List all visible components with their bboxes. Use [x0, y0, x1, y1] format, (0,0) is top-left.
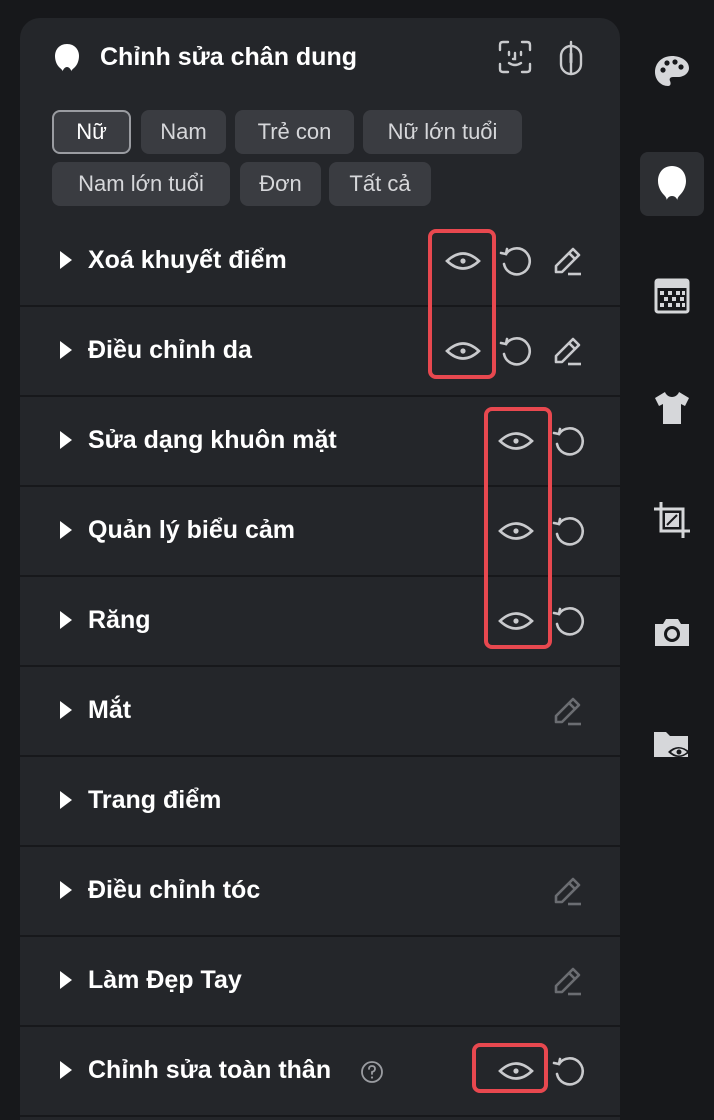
help-icon[interactable]: [360, 1060, 384, 1084]
chip-nam[interactable]: Nam: [141, 110, 226, 154]
caret-right-icon: [60, 881, 72, 899]
camera-icon[interactable]: [640, 600, 704, 664]
list-item-dieu-chinh-da[interactable]: Điều chỉnh da: [20, 307, 620, 397]
texture-icon[interactable]: [640, 264, 704, 328]
caret-right-icon: [60, 251, 72, 269]
reset-icon[interactable]: [550, 512, 588, 550]
list-item-label: Răng: [88, 606, 151, 634]
reset-icon[interactable]: [497, 242, 535, 280]
chip-tre-con[interactable]: Trẻ con: [235, 110, 354, 154]
reset-icon[interactable]: [550, 422, 588, 460]
reset-icon[interactable]: [497, 332, 535, 370]
edit-icon[interactable]: [548, 692, 586, 730]
list-item-label: Điều chỉnh tóc: [88, 876, 261, 904]
eye-icon[interactable]: [497, 602, 535, 640]
caret-right-icon: [60, 971, 72, 989]
eye-icon[interactable]: [497, 422, 535, 460]
list-item-label: Trang điểm: [88, 786, 222, 814]
list-item-chinh-sua-toan-than[interactable]: Chỉnh sửa toàn thân: [20, 1027, 620, 1117]
eye-icon[interactable]: [497, 512, 535, 550]
caret-right-icon: [60, 1061, 72, 1079]
crop-icon[interactable]: [640, 488, 704, 552]
eye-icon[interactable]: [444, 332, 482, 370]
caret-right-icon: [60, 431, 72, 449]
shirt-icon[interactable]: [640, 376, 704, 440]
list-item-label: Làm Đẹp Tay: [88, 966, 242, 994]
panel-header: Chỉnh sửa chân dung: [20, 18, 620, 98]
compare-icon[interactable]: [558, 40, 584, 76]
reset-icon[interactable]: [550, 602, 588, 640]
list-item-rang[interactable]: Răng: [20, 577, 620, 667]
portrait-edit-panel: Chỉnh sửa chân dung Nữ Nam Trẻ con Nữ lớ…: [20, 18, 620, 1120]
panel-title: Chỉnh sửa chân dung: [100, 43, 357, 71]
face-scan-icon[interactable]: [498, 40, 532, 74]
edit-icon[interactable]: [548, 332, 586, 370]
list-item-quan-ly-bieu-cam[interactable]: Quản lý biểu cảm: [20, 487, 620, 577]
chip-nu-lon-tuoi[interactable]: Nữ lớn tuổi: [363, 110, 522, 154]
chip-don[interactable]: Đơn: [240, 162, 321, 206]
reset-icon[interactable]: [550, 1052, 588, 1090]
folder-eye-icon[interactable]: [640, 712, 704, 776]
chip-tat-ca[interactable]: Tất cả: [329, 162, 431, 206]
list-item-label: Chỉnh sửa toàn thân: [88, 1056, 332, 1084]
eye-icon[interactable]: [497, 1052, 535, 1090]
caret-right-icon: [60, 701, 72, 719]
face-icon: [55, 44, 79, 73]
list-item-lam-dep-tay[interactable]: Làm Đẹp Tay: [20, 937, 620, 1027]
caret-right-icon: [60, 521, 72, 539]
list-item-xoa-khuyet-diem[interactable]: Xoá khuyết điểm: [20, 217, 620, 307]
chip-nam-lon-tuoi[interactable]: Nam lớn tuổi: [52, 162, 230, 206]
edit-icon[interactable]: [548, 242, 586, 280]
list-item-label: Điều chỉnh da: [88, 336, 252, 364]
list-item-mat[interactable]: Mắt: [20, 667, 620, 757]
list-item-dieu-chinh-toc[interactable]: Điều chỉnh tóc: [20, 847, 620, 937]
list-item-label: Xoá khuyết điểm: [88, 246, 287, 274]
edit-icon[interactable]: [548, 962, 586, 1000]
chip-nu[interactable]: Nữ: [52, 110, 131, 154]
palette-icon[interactable]: [640, 40, 704, 104]
list-item-trang-diem[interactable]: Trang điểm: [20, 757, 620, 847]
list-item-label: Quản lý biểu cảm: [88, 516, 296, 544]
portrait-icon[interactable]: [640, 152, 704, 216]
caret-right-icon: [60, 341, 72, 359]
list-item-label: Mắt: [88, 696, 132, 724]
eye-icon[interactable]: [444, 242, 482, 280]
list-item-label: Sửa dạng khuôn mặt: [88, 426, 337, 454]
edit-icon[interactable]: [548, 872, 586, 910]
caret-right-icon: [60, 611, 72, 629]
caret-right-icon: [60, 791, 72, 809]
list-item-sua-dang-khuon-mat[interactable]: Sửa dạng khuôn mặt: [20, 397, 620, 487]
